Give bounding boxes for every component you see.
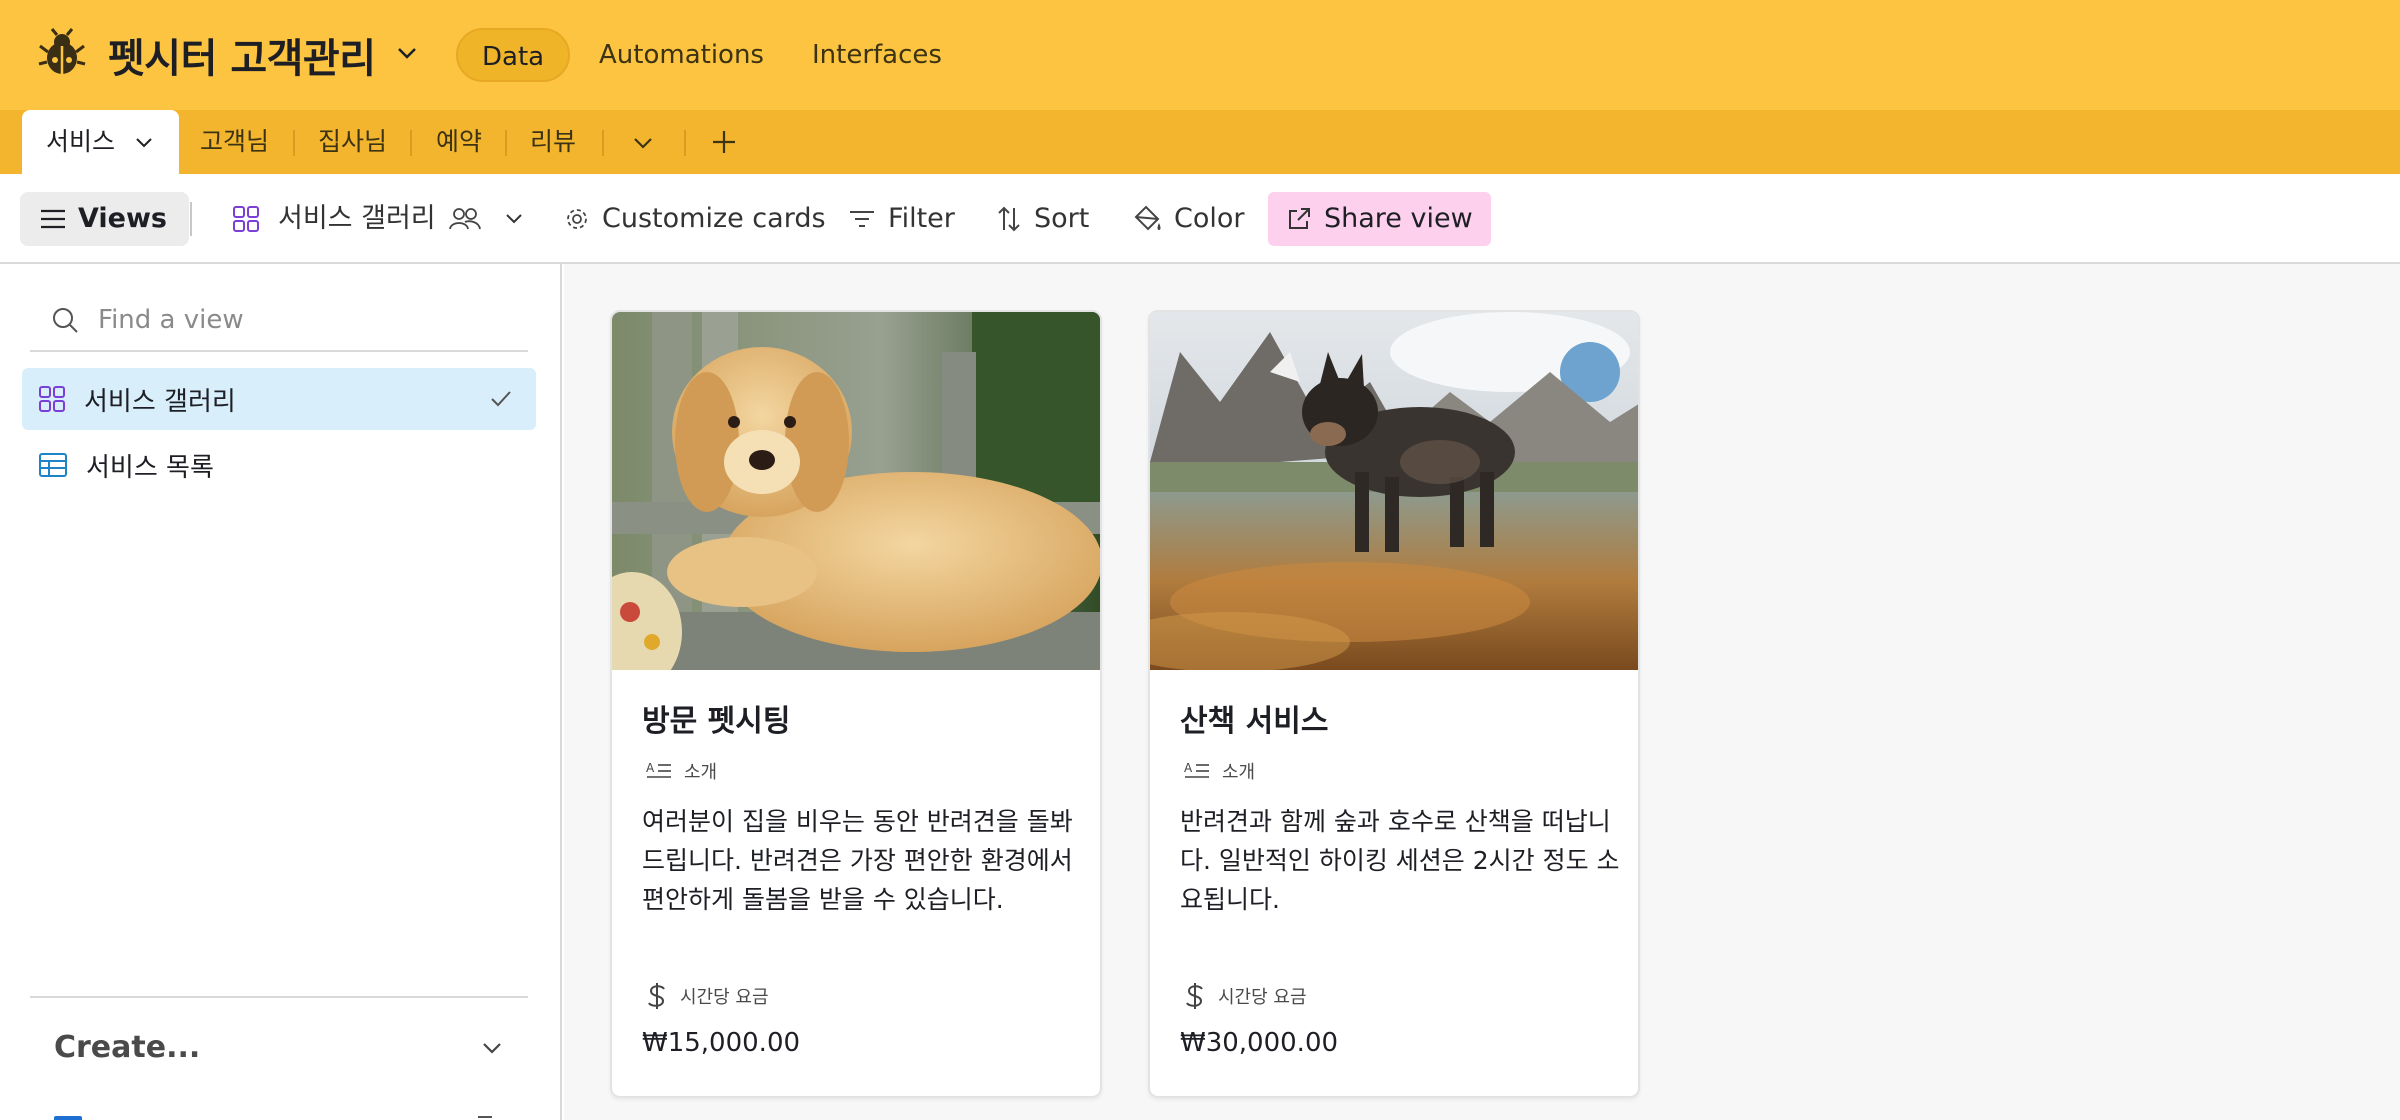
field-label-intro: A 소개: [646, 758, 717, 784]
table-tab-customers[interactable]: 고객님: [200, 110, 269, 174]
grid-icon: [39, 453, 67, 477]
field-label-rate: 시간당 요금: [1184, 982, 1307, 1010]
nav-tab-automations[interactable]: Automations: [575, 28, 788, 82]
gallery-view: 방문 펫시팅 A 소개 여러분이 집을 비우는 동안 반려견을 돌봐드립니다. …: [564, 264, 2400, 1120]
gallery-icon: [39, 386, 65, 412]
table-tabs-bar: 서비스 고객님 집사님 예약 리뷰: [0, 110, 2400, 176]
add-table-plus-icon[interactable]: [710, 128, 738, 156]
share-view-label: Share view: [1324, 203, 1473, 234]
field-label-text: 소개: [1222, 762, 1256, 783]
card-title: 산책 서비스: [1180, 704, 1329, 739]
view-search-input[interactable]: [98, 305, 518, 335]
external-link-icon: [1289, 208, 1310, 229]
views-toggle-button[interactable]: Views: [20, 192, 190, 246]
svg-text:A: A: [1184, 761, 1193, 775]
card-cover-image: [612, 312, 1100, 670]
card-price: ₩15,000.00: [642, 1028, 801, 1058]
filter-icon: [850, 211, 874, 227]
card-cover-image: [1150, 312, 1638, 670]
create-view-section[interactable]: Create...: [54, 1030, 200, 1065]
sidebar-view-label: 서비스 목록: [86, 452, 214, 483]
table-tab-sitters[interactable]: 집사님: [318, 110, 387, 174]
color-label: Color: [1174, 203, 1245, 234]
record-card[interactable]: 방문 펫시팅 A 소개 여러분이 집을 비우는 동안 반려견을 돌봐드립니다. …: [610, 310, 1102, 1098]
paint-bucket-icon: [1134, 205, 1161, 231]
field-label-text: 소개: [684, 762, 718, 783]
customize-cards-button[interactable]: Customize cards: [564, 192, 826, 246]
tab-divider: [602, 130, 604, 156]
chevron-down-icon[interactable]: [478, 1036, 506, 1060]
sort-icon: [998, 206, 1020, 232]
gallery-icon: [233, 206, 259, 232]
record-card[interactable]: 산책 서비스 A 소개 반려견과 함께 숲과 호수로 산책을 떠납니다. 일반적…: [1148, 310, 1640, 1098]
filter-label: Filter: [888, 203, 955, 234]
table-tab-label: 서비스: [46, 127, 116, 156]
grid-icon: [54, 1116, 82, 1120]
table-tab-services[interactable]: 서비스: [22, 110, 179, 176]
current-view-label: 서비스 갤러리: [278, 203, 436, 234]
sort-label: Sort: [1034, 203, 1090, 234]
field-label-text: 시간당 요금: [680, 987, 769, 1008]
current-view-button[interactable]: 서비스 갤러리: [232, 192, 526, 246]
field-label-intro: A 소개: [1184, 758, 1255, 784]
card-price: ₩30,000.00: [1180, 1028, 1339, 1058]
long-text-icon: A: [1184, 761, 1209, 778]
card-description: 반려견과 함께 숲과 호수로 산책을 떠납니다. 일반적인 하이킹 세션은 2시…: [1180, 807, 1620, 914]
view-search: [30, 290, 528, 352]
tab-divider: [293, 130, 295, 156]
table-tab-reviews[interactable]: 리뷰: [530, 110, 576, 174]
chevron-down-icon[interactable]: [392, 38, 422, 68]
sidebar-view-label: 서비스 갤러리: [84, 386, 236, 417]
gear-icon: [567, 209, 587, 229]
currency-icon: [648, 983, 665, 1009]
tab-divider: [684, 130, 686, 156]
long-text-icon: A: [646, 761, 671, 778]
collaborators-icon: [448, 208, 481, 230]
card-title: 방문 펫시팅: [642, 704, 791, 739]
plus-icon: [478, 1116, 492, 1120]
nav-tab-data[interactable]: Data: [456, 28, 571, 82]
field-label-text: 시간당 요금: [1218, 987, 1307, 1008]
view-toolbar: Views 서비스 갤러리 Customize cards Filter Sor…: [0, 174, 2400, 264]
sidebar-divider: [30, 996, 528, 998]
base-name[interactable]: 펫시터 고객관리: [108, 26, 376, 84]
card-description: 여러분이 집을 비우는 동안 반려견을 돌봐드립니다. 반려견은 가장 편안한 …: [642, 807, 1073, 914]
table-tab-bookings[interactable]: 예약: [436, 110, 482, 174]
views-sidebar: 서비스 갤러리 서비스 목록 Create...: [0, 264, 562, 1120]
customize-cards-label: Customize cards: [602, 203, 826, 234]
app-header: 펫시터 고객관리 Data Automations Interfaces: [0, 0, 2400, 110]
tab-divider: [505, 130, 507, 156]
views-label: Views: [78, 203, 168, 234]
sort-button[interactable]: Sort: [996, 192, 1089, 246]
color-button[interactable]: Color: [1132, 192, 1245, 246]
currency-icon: [1186, 983, 1203, 1009]
checkmark-icon: [491, 391, 511, 407]
field-label-rate: 시간당 요금: [646, 982, 769, 1010]
share-view-button[interactable]: Share view: [1268, 192, 1491, 246]
search-icon: [53, 308, 78, 333]
tab-divider: [410, 130, 412, 156]
filter-button[interactable]: Filter: [848, 192, 955, 246]
sidebar-view-list[interactable]: 서비스 목록: [22, 434, 536, 496]
chevron-down-icon[interactable]: [133, 131, 155, 153]
more-tables-chevron-icon[interactable]: [630, 132, 656, 154]
sidebar-view-gallery[interactable]: 서비스 갤러리: [22, 368, 536, 430]
nav-tab-interfaces[interactable]: Interfaces: [788, 28, 966, 82]
hamburger-icon: [41, 209, 65, 229]
bug-logo-icon[interactable]: [38, 28, 86, 78]
svg-text:A: A: [646, 761, 655, 775]
toolbar-divider: [190, 202, 192, 236]
chevron-down-icon[interactable]: [502, 208, 526, 230]
